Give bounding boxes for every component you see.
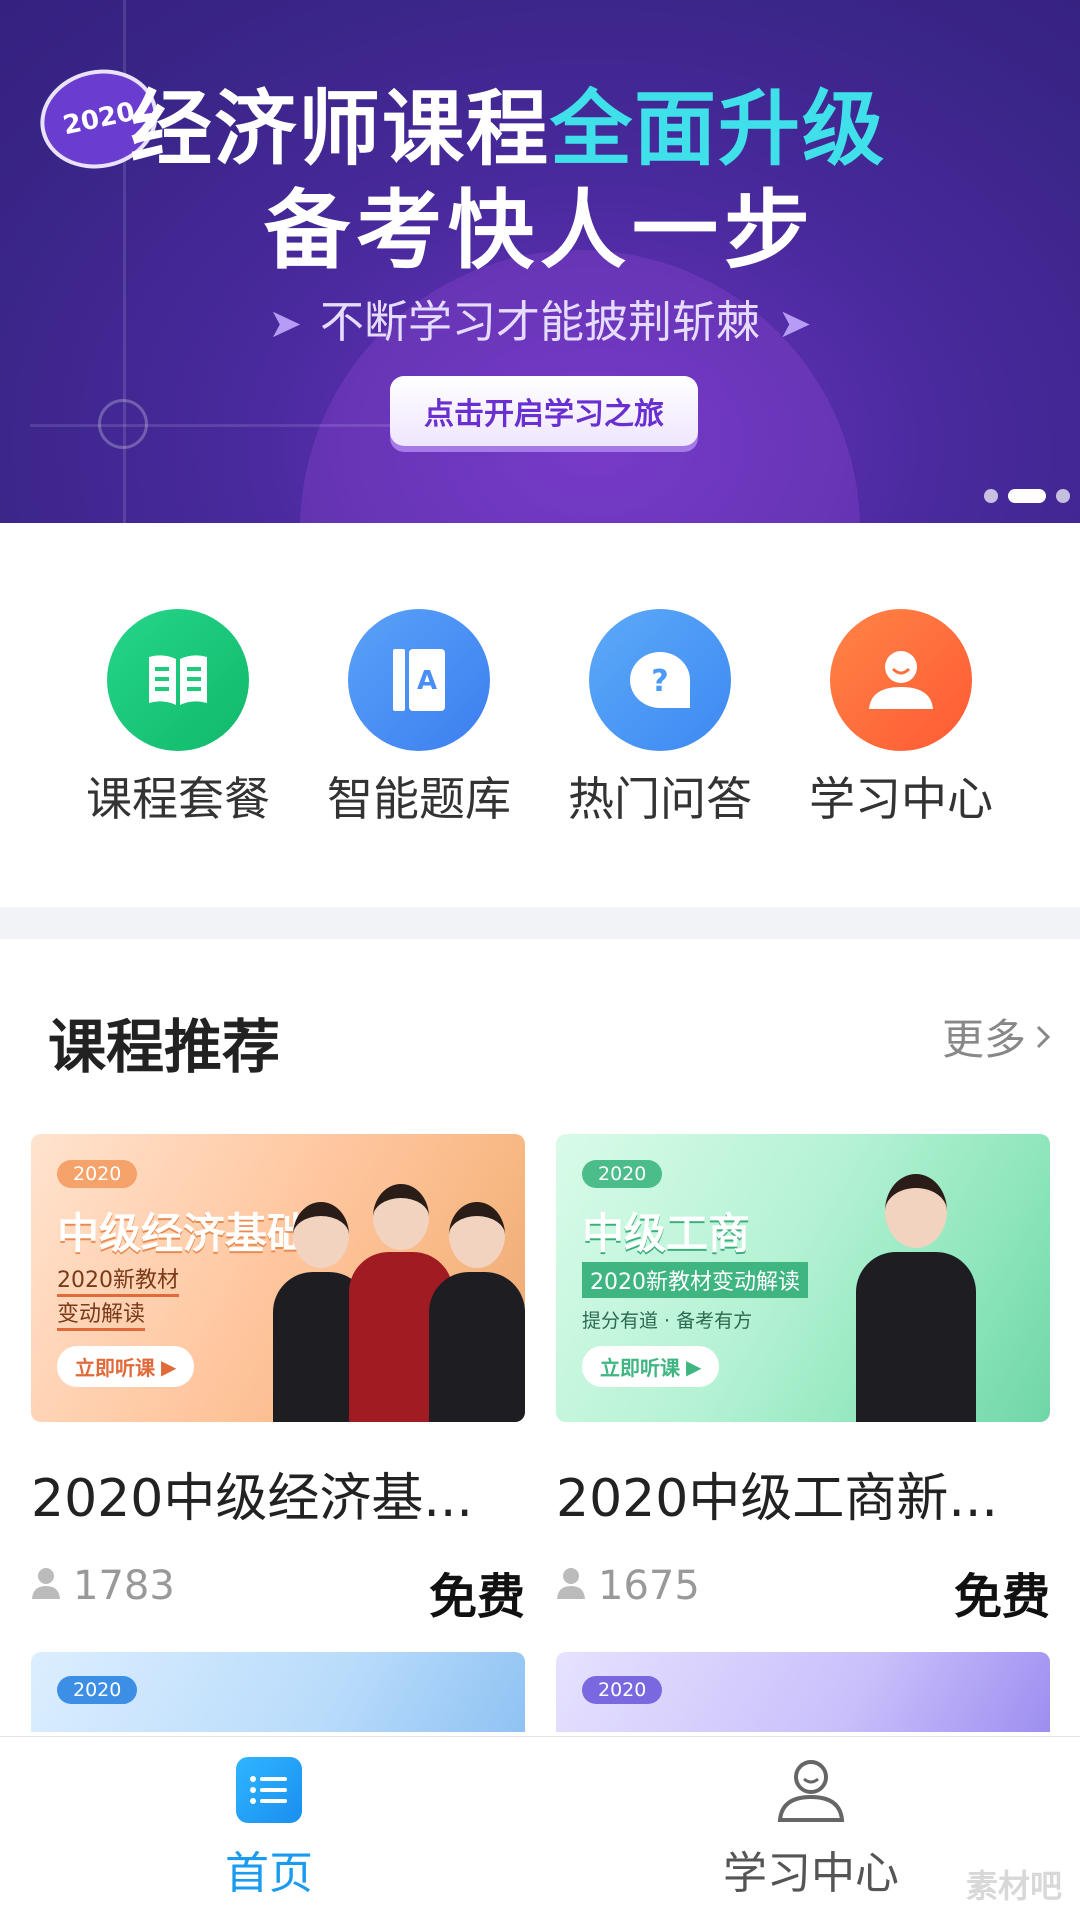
course-title: 2020中级经济基... [31,1469,473,1529]
person-icon [556,1563,586,1609]
course-meta: 1783 免费 [31,1557,525,1625]
quick-menu: 课程套餐 A 智能题库 ? 热门问答 学习中心 [0,523,1080,907]
thumbnail-heading: 中级经济基础 [57,1209,310,1258]
more-link[interactable]: 更多 [942,1006,1052,1067]
thumbnail-line: 提分有道 · 备考有方 [582,1310,753,1332]
course-price: 免费 [428,1569,525,1625]
course-card[interactable]: 2020 中级工商 2020新教材变动解读 提分有道 · 备考有方 立即听课 ▶… [556,1134,1050,1625]
arrow-right-icon: ➤ [268,301,302,347]
tab-study-center[interactable]: 学习中心 [661,1757,961,1901]
quick-item-course-package[interactable]: 课程套餐 [78,609,278,829]
course-card[interactable]: 2020 中级经济基础 2020新教材 变动解读 立即听课 ▶ 2020中级经济… [31,1134,525,1625]
enrolled-count-value: 1783 [73,1563,175,1609]
listen-button-label: 立即听课 [600,1356,680,1380]
course-title: 2020中级工商新... [556,1469,998,1529]
tab-home[interactable]: 首页 [119,1757,419,1901]
section-divider [0,907,1080,939]
year-badge: 2020 [582,1160,663,1188]
listen-button[interactable]: 立即听课 ▶ [582,1346,720,1387]
person-icon [31,1563,61,1609]
svg-text:A: A [417,666,437,696]
quick-item-label: 热门问答 [568,772,752,826]
question-bubble-icon: ? [589,609,731,751]
tab-home-label: 首页 [225,1848,313,1899]
play-icon: ▶ [161,1354,177,1379]
thumbnail-heading: 中级工商 [582,1209,751,1258]
teacher-photo [429,1202,525,1422]
listen-button-label: 立即听课 [75,1356,155,1380]
thumbnail-line: 变动解读 [57,1296,146,1331]
quick-item-label: 课程套餐 [86,772,270,826]
course-thumbnail: 2020 中级经济基础 2020新教材 变动解读 立即听课 ▶ [31,1134,525,1422]
banner-decoration-ring [98,399,148,449]
carousel-dot[interactable] [984,489,998,503]
banner-subtitle: 备考快人一步 [264,181,816,281]
course-meta: 1675 免费 [556,1557,1050,1625]
chevron-right-icon [1034,1012,1052,1061]
enrolled-count-value: 1675 [598,1563,700,1609]
course-price: 免费 [953,1569,1050,1625]
user-icon [830,609,972,751]
tab-study-center-label: 学习中心 [723,1848,899,1899]
watermark: 素材吧 [965,1867,1062,1905]
course-card-partial[interactable]: 2020 [31,1652,525,1732]
enrolled-count: 1783 [31,1563,175,1609]
book-icon [107,609,249,751]
person-icon [776,1757,846,1823]
course-card-partial[interactable]: 2020 [556,1652,1050,1732]
quick-item-hot-qa[interactable]: ? 热门问答 [560,609,760,829]
enrolled-count: 1675 [556,1563,700,1609]
quick-item-study-center[interactable]: 学习中心 [801,609,1001,829]
banner-decoration-line [30,424,430,427]
play-icon: ▶ [686,1354,702,1379]
more-label: 更多 [941,1015,1026,1064]
thumbnail-line: 2020新教材变动解读 [582,1262,808,1298]
listen-button[interactable]: 立即听课 ▶ [57,1346,195,1387]
thumbnail-line: 2020新教材 [57,1262,179,1297]
carousel-indicator [984,489,1070,503]
year-badge: 2020 [57,1676,138,1704]
teacher-photo [856,1174,976,1422]
bottom-tab-bar: 首页 学习中心 素材吧 [0,1736,1080,1921]
carousel-dot-active[interactable] [1008,489,1046,503]
banner-cta-button[interactable]: 点击开启学习之旅 [390,376,698,446]
banner-slogan: 不断学习才能披荆斩棘 [320,297,760,348]
question-bank-icon: A [348,609,490,751]
quick-item-label: 智能题库 [327,772,511,826]
quick-item-label: 学习中心 [809,772,993,826]
banner-slogan-row: ➤ 不断学习才能披荆斩棘 ➤ [0,286,1080,350]
svg-text:?: ? [651,664,668,699]
section-title: 课程推荐 [48,1013,281,1081]
course-thumbnail: 2020 中级工商 2020新教材变动解读 提分有道 · 备考有方 立即听课 ▶ [556,1134,1050,1422]
arrow-right-icon: ➤ [778,301,812,347]
list-icon [236,1757,302,1823]
year-badge: 2020 [582,1676,663,1704]
quick-item-question-bank[interactable]: A 智能题库 [319,609,519,829]
carousel-dot[interactable] [1056,489,1070,503]
promo-banner[interactable]: 2020 经济师课程全面升级 备考快人一步 ➤ 不断学习才能披荆斩棘 ➤ 点击开启学… [0,0,1080,523]
year-badge: 2020 [57,1160,138,1188]
